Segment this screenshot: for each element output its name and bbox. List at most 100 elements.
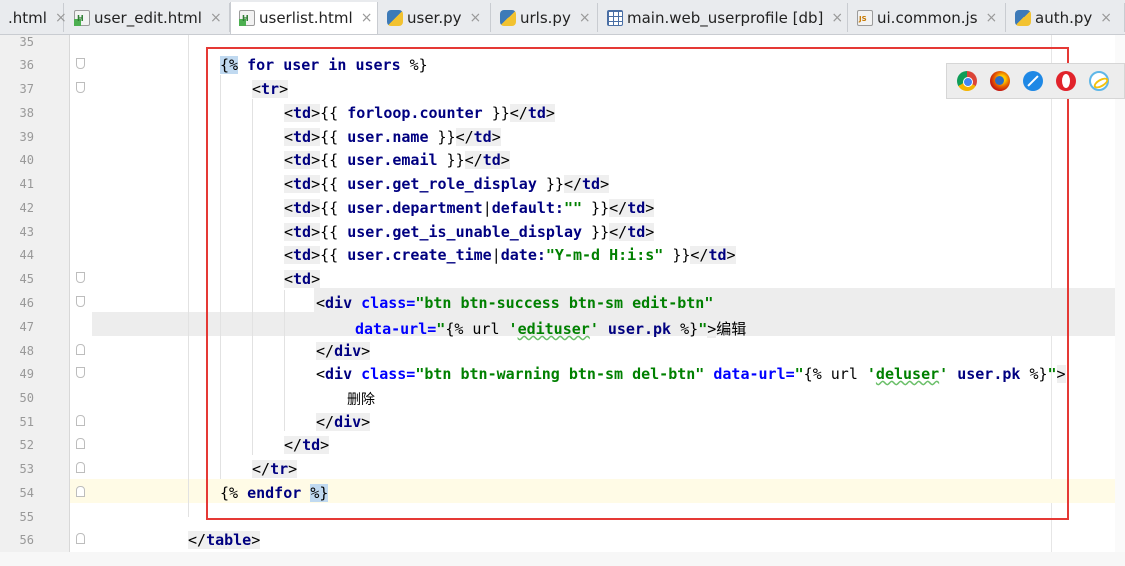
fold-toggle-icon[interactable] (76, 462, 85, 473)
template-var-delim: }} (536, 175, 564, 193)
attr-value: "btn btn-warning btn-sm del-btn" (415, 365, 705, 383)
close-icon[interactable]: × (831, 11, 843, 25)
tag-bracket: < (284, 270, 294, 288)
code-line[interactable]: 51 </div> (0, 410, 1125, 434)
chrome-icon[interactable] (957, 71, 977, 91)
line-number: 53 (19, 462, 34, 476)
code-text: </table> (188, 531, 261, 549)
tab-user-py[interactable]: user.py × (379, 3, 491, 32)
fold-toggle-icon[interactable] (76, 82, 85, 93)
code-text: {% for user in users %} (220, 56, 428, 74)
template-string: ' (939, 365, 949, 383)
template-string: deluser (875, 365, 940, 383)
close-icon[interactable]: × (55, 11, 67, 25)
tab-user-edit-html[interactable]: user_edit.html × (66, 3, 230, 32)
tab-label: urls.py (520, 8, 571, 27)
code-line[interactable]: 35 (0, 30, 1125, 54)
tag-name: tr (270, 460, 289, 478)
fold-toggle-icon[interactable] (76, 296, 85, 307)
code-text: data-url="{% url 'edituser' user.pk %}">… (355, 318, 746, 339)
tag-name: td (293, 175, 312, 193)
close-icon[interactable]: × (986, 11, 998, 25)
code-line[interactable]: 46 <div class="btn btn-success btn-sm ed… (0, 291, 1125, 315)
tab-userprofile-db[interactable]: main.web_userprofile [db] × (599, 3, 848, 32)
tag-name: td (527, 104, 546, 122)
close-icon[interactable]: × (1100, 11, 1112, 25)
template-filter: date: (500, 246, 546, 264)
tag-bracket: > (491, 128, 501, 146)
template-var: forloop.counter (347, 104, 483, 122)
fold-toggle-icon[interactable] (76, 415, 85, 426)
code-line[interactable]: 52 </td> (0, 433, 1125, 457)
safari-icon[interactable] (1023, 71, 1043, 91)
template-var-delim: }} (428, 128, 456, 146)
template-var: user.create_time (347, 246, 492, 264)
attr-name: class= (352, 294, 416, 312)
template-tag-delim: %} (400, 56, 428, 74)
python-file-icon (500, 9, 516, 26)
code-line[interactable]: 55 (0, 505, 1125, 529)
code-line[interactable]: 49 <div class="btn btn-warning btn-sm de… (0, 362, 1125, 386)
code-text: </td> (284, 436, 330, 454)
template-string: ' (589, 320, 599, 338)
fold-toggle-icon[interactable] (76, 58, 85, 69)
template-var: user.get_is_unable_display (347, 223, 583, 241)
tag-name: td (293, 199, 312, 217)
tag-name: div (325, 365, 353, 383)
code-line[interactable]: 44 <td>{{ user.create_time|date:"Y-m-d H… (0, 243, 1125, 267)
template-var-delim: }} (482, 104, 510, 122)
tag-name: div (334, 413, 362, 431)
template-var-delim: }} (582, 223, 610, 241)
tab-urls-py[interactable]: urls.py × (492, 3, 598, 32)
tab-ui-common-js[interactable]: ui.common.js × (849, 3, 1006, 32)
code-line[interactable]: 48 </div> (0, 339, 1125, 363)
code-line[interactable]: 45 <td> (0, 267, 1125, 291)
close-icon[interactable]: × (361, 11, 373, 25)
ie-icon[interactable] (1089, 71, 1109, 91)
code-line[interactable]: 47 data-url="{% url 'edituser' user.pk %… (0, 315, 1125, 339)
code-line[interactable]: 50 删除 (0, 386, 1125, 410)
fold-toggle-icon[interactable] (76, 486, 85, 497)
tag-name: td (708, 246, 727, 264)
firefox-icon[interactable] (990, 71, 1010, 91)
tab-label: user.py (407, 8, 462, 27)
fold-toggle-icon[interactable] (76, 367, 85, 378)
line-number: 40 (19, 153, 34, 167)
fold-toggle-icon[interactable] (76, 438, 85, 449)
code-text: <div class="btn btn-warning btn-sm del-b… (316, 365, 1066, 383)
db-table-icon (607, 9, 623, 26)
line-number: 44 (19, 248, 34, 262)
tab-html-partial[interactable]: .html × (0, 3, 67, 32)
fold-toggle-icon[interactable] (76, 272, 85, 283)
opera-icon[interactable] (1056, 71, 1076, 91)
code-line[interactable]: 43 <td>{{ user.get_is_unable_display }}<… (0, 220, 1125, 244)
tab-auth-py[interactable]: auth.py × (1007, 3, 1125, 32)
code-line[interactable]: 53 </tr> (0, 457, 1125, 481)
tag-bracket: > (500, 151, 510, 169)
code-line[interactable]: 39 <td>{{ user.name }}</td> (0, 125, 1125, 149)
code-line[interactable]: 42 <td>{{ user.department|default:"" }}<… (0, 196, 1125, 220)
code-line[interactable]: 40 <td>{{ user.email }}</td> (0, 148, 1125, 172)
code-line[interactable]: 56 </table> (0, 528, 1125, 552)
template-string: "" (563, 199, 583, 217)
tag-bracket: < (316, 365, 326, 383)
code-line[interactable]: 41 <td>{{ user.get_role_display }}</td> (0, 172, 1125, 196)
tag-bracket: </ (509, 104, 528, 122)
tag-name: td (482, 151, 501, 169)
code-line-current[interactable]: 54 {% endfor %} (0, 481, 1125, 505)
close-icon[interactable]: × (210, 11, 222, 25)
fold-toggle-icon[interactable] (76, 344, 85, 355)
close-icon[interactable]: × (470, 11, 482, 25)
fold-toggle-icon[interactable] (76, 533, 85, 544)
tab-label: auth.py (1035, 8, 1093, 27)
template-string: edituser (517, 320, 590, 338)
code-line[interactable]: 38 <td>{{ forloop.counter }}</td> (0, 101, 1125, 125)
horizontal-scrollbar[interactable] (0, 552, 1125, 566)
tab-label: ui.common.js (877, 8, 978, 27)
template-var-delim: {{ (320, 128, 348, 146)
tag-bracket: > (311, 270, 321, 288)
close-icon[interactable]: × (579, 11, 591, 25)
tag-bracket: > (288, 460, 298, 478)
tag-name: div (334, 342, 362, 360)
template-filter-pipe: | (482, 199, 492, 217)
